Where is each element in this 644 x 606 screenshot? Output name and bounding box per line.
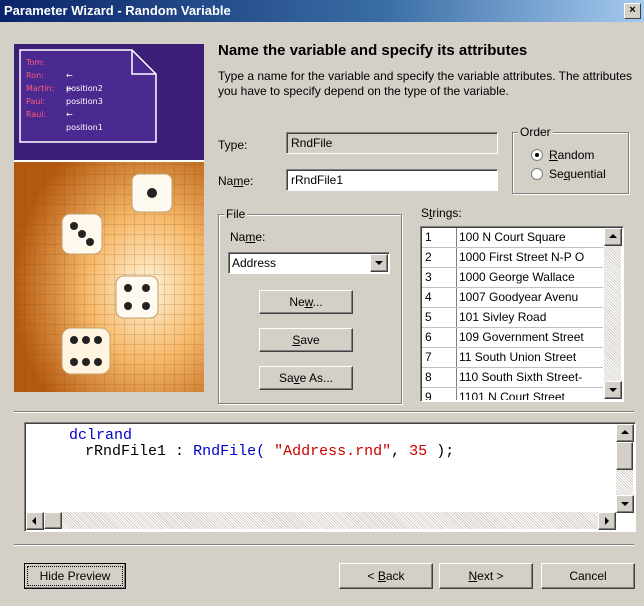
list-item[interactable]: 3 1000 George Wallace: [422, 268, 603, 288]
scroll-down-button[interactable]: [604, 381, 622, 399]
picture-name-5: Raul:: [26, 110, 47, 119]
separator-top: [14, 411, 634, 413]
list-item[interactable]: 5 101 Sivley Road: [422, 308, 603, 328]
list-item[interactable]: 7 11 South Union Street: [422, 348, 603, 368]
preview-scroll-right-button[interactable]: [598, 512, 616, 530]
strings-label: Strings:: [421, 206, 462, 220]
file-name-label: Name:: [230, 230, 266, 244]
type-field: RndFile: [286, 132, 498, 154]
preview-scroll-up-button[interactable]: [616, 424, 634, 442]
save-as-button[interactable]: Save As...: [259, 366, 353, 390]
order-group-label: Order: [518, 125, 553, 139]
chevron-down-icon: [375, 261, 383, 265]
sequential-radio-dot[interactable]: [531, 168, 543, 180]
title-bar[interactable]: Parameter Wizard - Random Variable ×: [0, 0, 644, 22]
file-select-value: Address: [232, 256, 277, 270]
preview-hscrollbar[interactable]: [26, 512, 616, 530]
strings-scrollbar[interactable]: [604, 228, 622, 399]
list-item[interactable]: 6 109 Government Street: [422, 328, 603, 348]
arrow-down-icon: [621, 502, 629, 506]
random-radio[interactable]: Random: [531, 147, 621, 163]
preview-vscroll-thumb[interactable]: [616, 442, 633, 470]
save-button[interactable]: Save: [259, 328, 353, 352]
preview-scroll-down-button[interactable]: [616, 495, 634, 513]
name-label: Name:: [218, 174, 254, 188]
wizard-picture: Tom: Ron: ← position2 Martin: ← position3 …: [14, 44, 204, 392]
name-value: rRndFile1: [291, 173, 344, 187]
file-group-label: File: [224, 207, 248, 221]
strings-rows: 1 100 N Court Square 2 1000 First Street N…: [422, 228, 603, 400]
page-heading: Name the variable and specify its attrib…: [218, 42, 528, 59]
code-keyword: dclrand: [69, 427, 133, 444]
code-preview[interactable]: dclrand rRndFile1 : RndFile( "Address.rn…: [24, 422, 636, 532]
sequential-radio[interactable]: Sequential: [531, 166, 621, 182]
name-input[interactable]: rRndFile1: [286, 169, 498, 191]
arrow-up-icon: [609, 234, 617, 238]
preview-scroll-left-button[interactable]: [26, 512, 44, 530]
picture-note-3: ← position3: [66, 84, 103, 106]
list-item[interactable]: 1 100 N Court Square: [422, 228, 603, 248]
picture-note-5: ← position1: [66, 110, 103, 132]
list-item[interactable]: 8 110 South Sixth Street-: [422, 368, 603, 388]
new-button[interactable]: New...: [259, 290, 353, 314]
random-radio-label: Random: [549, 148, 595, 162]
window-title: Parameter Wizard - Random Variable: [4, 3, 231, 18]
list-item[interactable]: 2 1000 First Street N-P O: [422, 248, 603, 268]
code-statement: rRndFile1 : RndFile( "Address.rnd", 35 )…: [85, 443, 455, 460]
arrow-left-icon: [32, 517, 36, 525]
sequential-radio-label: Sequential: [549, 167, 606, 181]
cancel-button[interactable]: Cancel: [541, 563, 635, 589]
picture-name-3: Martin:: [26, 84, 55, 93]
preview-hscroll-thumb[interactable]: [44, 512, 62, 529]
random-radio-dot[interactable]: [531, 149, 543, 161]
file-select[interactable]: Address: [228, 252, 390, 274]
type-value: RndFile: [291, 136, 333, 150]
picture-name-1: Tom:: [26, 58, 45, 67]
arrow-right-icon: [605, 517, 609, 525]
close-button[interactable]: ×: [624, 3, 641, 19]
list-item[interactable]: 4 1007 Goodyear Avenu: [422, 288, 603, 308]
arrow-up-icon: [621, 430, 629, 434]
back-button[interactable]: < Back: [339, 563, 433, 589]
arrow-down-icon: [609, 388, 617, 392]
strings-list[interactable]: 1 100 N Court Square 2 1000 First Street N…: [420, 226, 624, 402]
file-select-dropdown-button[interactable]: [370, 254, 388, 272]
picture-name-2: Ron:: [26, 71, 44, 80]
picture-name-4: Paul:: [26, 97, 46, 106]
preview-vscrollbar[interactable]: [616, 424, 634, 513]
next-button[interactable]: Next >: [439, 563, 533, 589]
die-1: [131, 173, 173, 213]
separator-bottom: [14, 544, 634, 546]
scroll-up-button[interactable]: [604, 228, 622, 246]
list-item[interactable]: 9 1101 N Court Street: [422, 388, 603, 400]
hide-preview-button[interactable]: Hide Preview: [24, 563, 126, 589]
order-group: [512, 132, 629, 194]
page-description: Type a name for the variable and specify…: [218, 69, 633, 98]
type-label: Type:: [218, 138, 248, 152]
